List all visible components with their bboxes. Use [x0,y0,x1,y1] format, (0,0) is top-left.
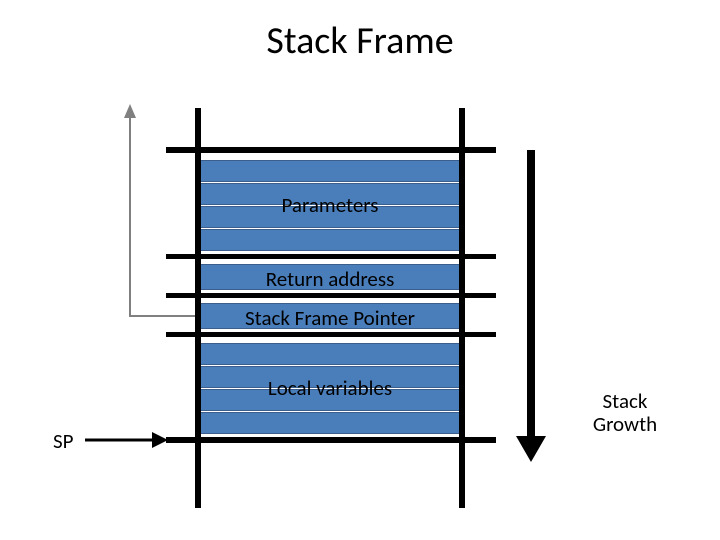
divider [166,254,496,259]
page-title: Stack Frame [0,18,720,64]
divider [166,293,496,298]
slot [201,206,459,228]
divider [166,332,496,337]
slot [201,160,459,182]
slot [201,366,459,388]
slot [201,412,459,434]
slot [201,343,459,365]
sp-label: SP [53,428,74,454]
divider-top [166,147,496,153]
divider-bottom [166,437,496,443]
slot [201,183,459,205]
slot [201,303,459,329]
slot [201,264,459,290]
slot [201,229,459,251]
stack-growth-label: Stack Growth [580,390,670,436]
slot [201,389,459,411]
